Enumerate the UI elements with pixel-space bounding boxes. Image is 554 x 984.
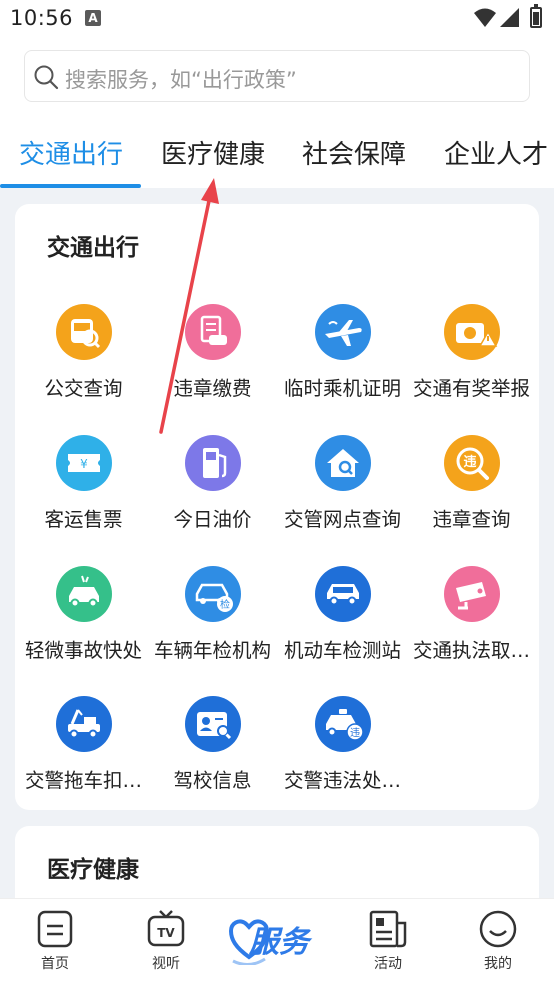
tv-icon: TV: [147, 910, 185, 947]
status-bar: 10:56 A: [0, 0, 554, 38]
tab-traffic[interactable]: 交通出行: [19, 134, 123, 171]
bottom-navigation: 首页 TV 视听 服务 活动 我的: [0, 898, 554, 984]
tab-social-security[interactable]: 社会保障: [302, 134, 406, 171]
car-accident-icon: [56, 566, 112, 622]
search-icon: [34, 65, 59, 90]
service-label: 驾校信息: [173, 769, 252, 792]
nav-profile[interactable]: 我的: [458, 909, 538, 973]
fuel-pump-icon: [185, 435, 241, 491]
ticket-car-icon: [185, 304, 241, 360]
violation-search-icon: 违: [444, 435, 500, 491]
tow-truck-icon: [56, 696, 112, 752]
service-label: 轻微事故快处: [24, 639, 142, 662]
nav-activity[interactable]: 活动: [348, 909, 428, 973]
police-car-icon: 违: [315, 696, 371, 752]
search-area: 搜索服务，如“出行政策”: [0, 38, 554, 120]
smiley-profile-icon: [479, 910, 517, 948]
nav-service-label: 服务: [249, 925, 309, 960]
car-wrench-icon: [315, 566, 371, 622]
wifi-icon: [474, 8, 496, 27]
status-time: 10:56: [10, 6, 74, 30]
id-card-icon: [185, 696, 241, 752]
service-label: 车辆年检机构: [153, 639, 271, 662]
svg-text:TV: TV: [157, 926, 175, 940]
notification-a-icon: A: [85, 10, 101, 26]
battery-icon: [530, 4, 542, 28]
nav-audiovisual[interactable]: TV 视听: [126, 909, 206, 973]
car-inspection-icon: 检: [185, 566, 241, 622]
camera-warning-icon: [444, 304, 500, 360]
airplane-icon: [315, 304, 371, 360]
service-label: 交警违法处…: [283, 769, 401, 792]
nav-label: 视听: [152, 956, 180, 972]
search-placeholder: 搜索服务，如“出行政策”: [65, 68, 297, 92]
svg-text:违: 违: [463, 454, 476, 470]
service-label: 今日油价: [173, 508, 252, 531]
section-title: 交通出行: [47, 235, 139, 261]
house-search-icon: [315, 435, 371, 491]
service-label: 临时乘机证明: [283, 377, 401, 400]
service-label: 机动车检测站: [283, 639, 401, 662]
svg-text:检: 检: [220, 598, 230, 611]
search-input[interactable]: 搜索服务，如“出行政策”: [24, 50, 530, 102]
service-label: 客运售票: [44, 508, 123, 531]
active-tab-indicator: [0, 184, 141, 188]
service-label: 公交查询: [44, 377, 123, 400]
service-label: 交通有奖举报: [412, 377, 530, 400]
bus-search-icon: [56, 304, 112, 360]
home-icon: [37, 910, 73, 948]
service-label: 违章缴费: [173, 377, 252, 400]
svg-text:¥: ¥: [80, 457, 88, 471]
section-title: 医疗健康: [47, 857, 139, 883]
category-tabs: 交通出行 医疗健康 社会保障 企业人才: [0, 120, 554, 188]
svg-text:违: 违: [350, 727, 360, 739]
nav-label: 首页: [41, 956, 69, 972]
service-label: 交通执法取…: [412, 639, 530, 662]
nav-label: 活动: [374, 956, 402, 972]
surveillance-camera-icon: [444, 566, 500, 622]
service-label: 交管网点查询: [283, 508, 401, 531]
tab-medical[interactable]: 医疗健康: [161, 134, 265, 171]
ticket-yen-icon: ¥: [56, 435, 112, 491]
nav-label: 我的: [484, 956, 512, 972]
service-label: 交警拖车扣…: [24, 769, 142, 792]
nav-service[interactable]: 服务: [229, 911, 329, 971]
traffic-services-card: 交通出行 公交查询 违章缴费 临时乘机证明 交通有奖举报 ¥ 客运售票 今日油价…: [15, 204, 539, 810]
service-label: 违章查询: [432, 508, 511, 531]
nav-home[interactable]: 首页: [15, 909, 95, 973]
tab-enterprise-talent[interactable]: 企业人才: [444, 134, 548, 171]
cell-signal-icon: [500, 8, 519, 27]
activity-document-icon: [369, 910, 407, 948]
